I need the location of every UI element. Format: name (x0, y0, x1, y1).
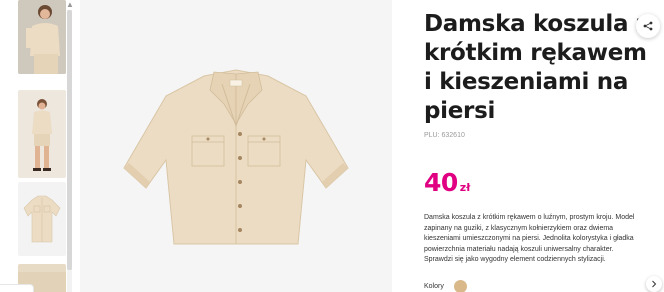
product-plu: PLU: 632610 (424, 132, 465, 139)
model-full-body-thumbnail-image (18, 90, 66, 178)
scrollbar-thumb[interactable] (67, 10, 72, 270)
next-button[interactable] (646, 276, 662, 292)
colors-label: Kolory (424, 283, 444, 290)
main-product-image[interactable] (80, 0, 392, 292)
product-price: 40 zł (424, 168, 470, 197)
price-currency: zł (459, 181, 471, 194)
thumbnail-gallery: ▲ (0, 0, 76, 292)
scroll-up-arrow[interactable]: ▲ (66, 0, 74, 10)
shirt-main-image (80, 0, 392, 292)
chevron-right-icon (652, 280, 657, 288)
share-button[interactable] (636, 14, 660, 38)
shirt-flat-thumbnail-image (18, 182, 66, 256)
corner-card (0, 284, 34, 292)
product-details: Damska koszula z krótkim rękawem i kiesz… (424, 0, 664, 292)
model-front-thumbnail-image (18, 0, 66, 74)
product-title: Damska koszula z krótkim rękawem i kiesz… (424, 11, 650, 124)
thumbnail-3[interactable] (18, 182, 66, 256)
color-selector: Kolory (424, 280, 467, 292)
thumbnail-1[interactable] (18, 0, 66, 74)
price-amount: 40 (424, 168, 458, 197)
color-swatch-beige[interactable] (453, 280, 467, 292)
share-icon (643, 21, 653, 31)
product-description: Damska koszula z krótkim rękawem o luźny… (424, 214, 635, 264)
thumbnail-2[interactable] (18, 90, 66, 178)
